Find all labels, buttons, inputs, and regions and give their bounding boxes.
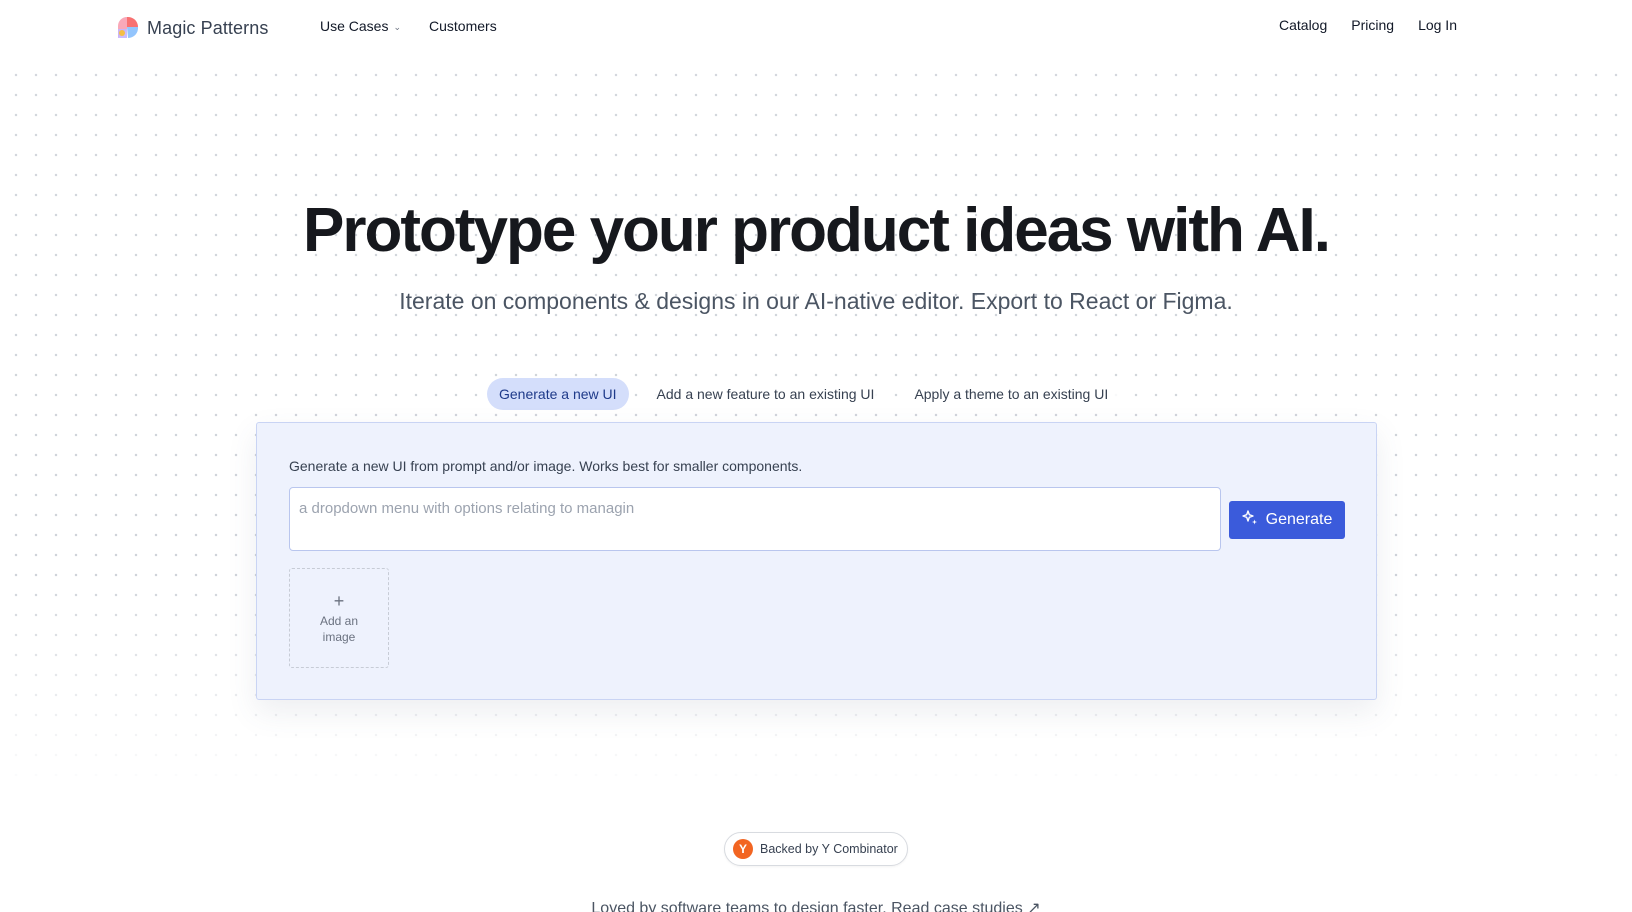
add-image-dropzone[interactable]: + Add an image xyxy=(289,568,389,668)
nav-log-in[interactable]: Log In xyxy=(1418,17,1457,33)
case-studies-link[interactable]: Read case studies ↗ xyxy=(891,900,1040,912)
top-navbar: Magic Patterns Use Cases ⌄ Customers Cat… xyxy=(0,0,1632,56)
generate-button-label: Generate xyxy=(1265,511,1333,528)
mode-tabs: Generate a new UI Add a new feature to a… xyxy=(487,378,1121,410)
card-description: Generate a new UI from prompt and/or ima… xyxy=(289,458,803,474)
tab-apply-theme[interactable]: Apply a theme to an existing UI xyxy=(902,378,1121,410)
nav-customers-label: Customers xyxy=(429,18,497,34)
add-image-label: Add an image xyxy=(319,613,359,644)
sparkle-icon xyxy=(1241,510,1258,530)
hero-subtitle: Iterate on components & designs in our A… xyxy=(399,288,1233,314)
tab-generate-new-ui[interactable]: Generate a new UI xyxy=(487,378,629,410)
hero-title: Prototype your product ideas with AI. xyxy=(302,196,1331,265)
nav-use-cases-label: Use Cases xyxy=(320,18,389,34)
brand-name: Magic Patterns xyxy=(147,17,269,38)
y-combinator-logo-icon: Y xyxy=(733,839,753,859)
nav-customers[interactable]: Customers xyxy=(429,18,497,34)
y-combinator-badge[interactable]: Y Backed by Y Combinator xyxy=(724,832,908,866)
tab-add-feature[interactable]: Add a new feature to an existing UI xyxy=(644,378,887,410)
testimonial-line: Loved by software teams to design faster… xyxy=(0,898,1632,912)
y-combinator-badge-label: Backed by Y Combinator xyxy=(760,842,898,856)
nav-use-cases[interactable]: Use Cases ⌄ xyxy=(320,18,401,34)
nav-catalog[interactable]: Catalog xyxy=(1279,17,1327,33)
plus-icon: + xyxy=(333,590,345,611)
nav-pricing[interactable]: Pricing xyxy=(1351,17,1394,33)
page: Magic Patterns Use Cases ⌄ Customers Cat… xyxy=(0,0,1632,912)
generate-card: Generate a new UI from prompt and/or ima… xyxy=(256,422,1377,700)
brand-link[interactable]: Magic Patterns xyxy=(115,15,268,41)
testimonial-text: Loved by software teams to design faster… xyxy=(591,900,887,912)
chevron-down-icon: ⌄ xyxy=(393,21,402,32)
generate-button[interactable]: Generate xyxy=(1229,501,1345,539)
secondary-nav: Catalog Pricing Log In xyxy=(1279,17,1457,33)
prompt-input[interactable] xyxy=(289,487,1221,551)
magic-patterns-logo-icon xyxy=(118,16,139,39)
primary-nav: Use Cases ⌄ Customers xyxy=(320,18,497,34)
